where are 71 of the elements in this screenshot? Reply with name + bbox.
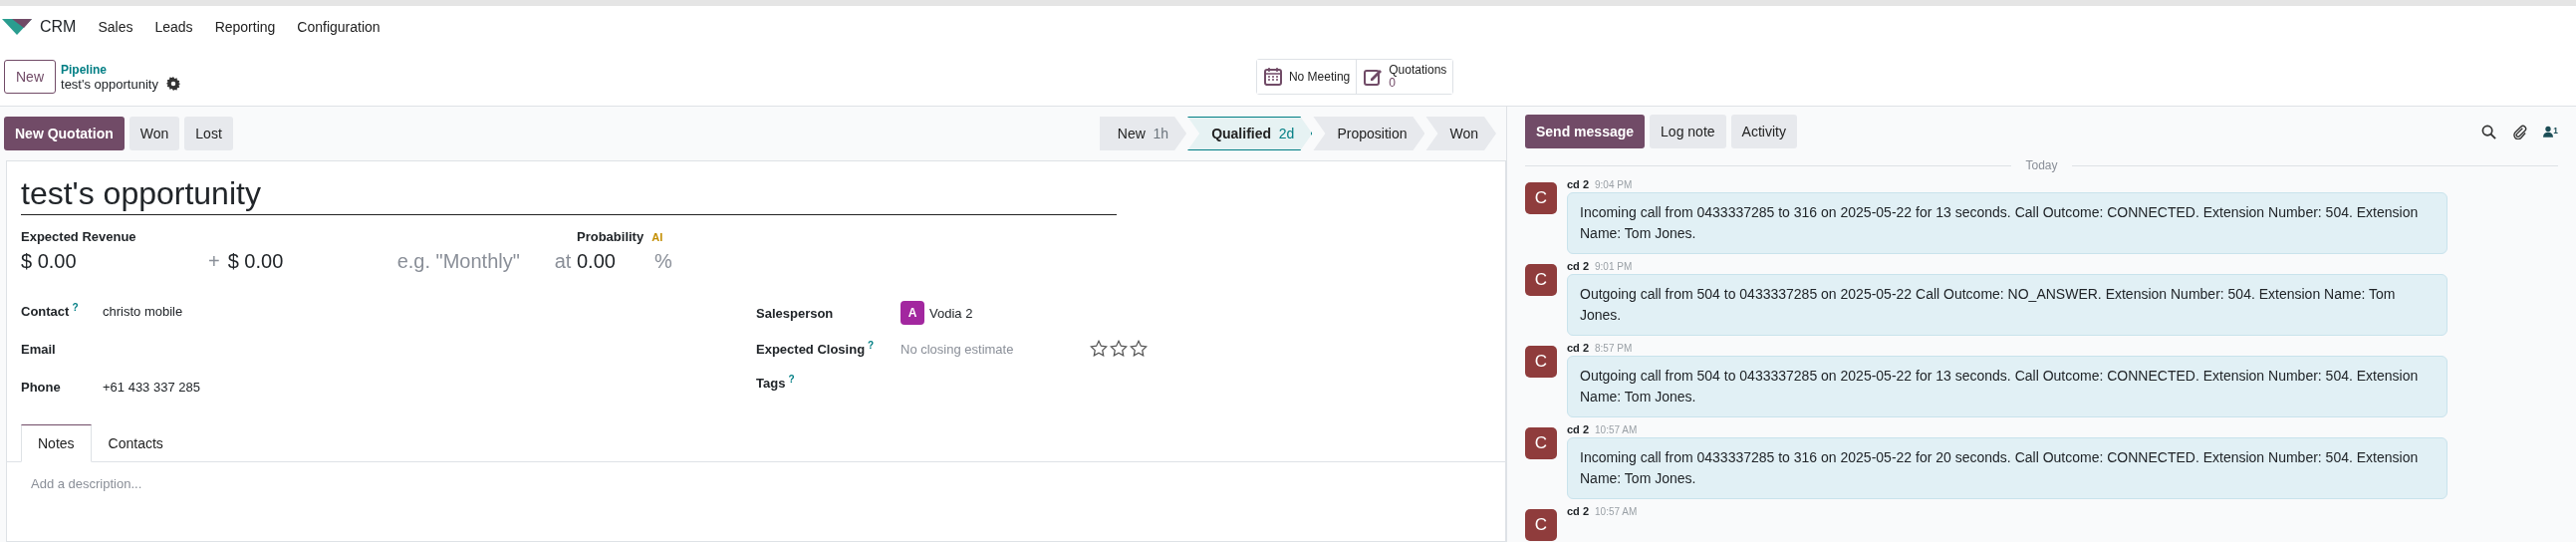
message-bubble: Outgoing call from 504 to 0433337285 on 2025-05-22 for 13 seconds. Call Outcome: CONNECTED. Extension Number: 504. Extension Name: Tom Jones. <box>1567 356 2447 417</box>
stage-button[interactable]: Proposition <box>1313 117 1425 150</box>
stage-button[interactable]: Won <box>1425 117 1496 150</box>
field-label: Expected Closing $^{?}$ <box>756 340 876 358</box>
breadcrumb-link[interactable]: Pipeline <box>61 62 180 77</box>
message-time: 10:57 AM <box>1595 506 1638 517</box>
priority-star-icon[interactable] <box>1090 340 1108 358</box>
message-bubble: Outgoing call from 504 to 0433337285 on 2025-05-22 Call Outcome: NO_ANSWER. Extension Number: 504. Extension Name: Tom Jones. <box>1567 274 2447 336</box>
field-label: Email <box>21 341 57 357</box>
plus-sign: + <box>208 250 220 273</box>
recurring-revenue-field[interactable]: $ 0.00 <box>227 250 378 273</box>
message-time: 9:04 PM <box>1595 179 1633 190</box>
chatter-button[interactable]: Send message <box>1525 115 1646 148</box>
message-time: 9:01 PM <box>1595 261 1633 272</box>
message-time: 8:57 PM <box>1595 343 1633 354</box>
date-separator: Today <box>2025 158 2058 172</box>
message-time: 10:57 AM <box>1595 424 1638 435</box>
menu-item[interactable]: Reporting <box>214 19 276 35</box>
message-author: cd 2 <box>1567 260 1589 272</box>
priority-star-icon[interactable] <box>1110 340 1128 358</box>
app-logo-icon[interactable] <box>2 17 32 37</box>
stage-button[interactable]: Qualified 2d <box>1187 117 1313 150</box>
notebook-tab[interactable]: Notes <box>21 424 92 462</box>
action-button[interactable]: Won <box>129 117 180 150</box>
chatter-button[interactable]: Log note <box>1650 115 1726 148</box>
field-value[interactable]: Vodia 2 <box>929 305 973 321</box>
action-button[interactable]: New Quotation <box>4 117 125 150</box>
author-avatar: C <box>1525 427 1557 459</box>
field-label: Tags $^{?}$ <box>756 374 796 392</box>
field-value[interactable]: christo mobile <box>103 303 183 319</box>
followers-button[interactable]: 1 <box>2543 126 2558 137</box>
field-label: Probability <box>577 229 644 244</box>
at-label: at <box>554 250 572 273</box>
search-icon[interactable] <box>2481 124 2497 139</box>
paperclip-icon[interactable] <box>2512 124 2528 139</box>
message-author: cd 2 <box>1567 178 1589 190</box>
message-author: cd 2 <box>1567 423 1589 435</box>
settings-icon[interactable] <box>165 77 180 91</box>
edit-document-icon <box>1363 67 1384 87</box>
field-label: Contact $^{?}$ <box>21 302 80 320</box>
name-field[interactable]: test's opportunity <box>21 175 1117 215</box>
notebook-tab[interactable]: Contacts <box>91 424 180 462</box>
menu-item[interactable]: Sales <box>98 19 133 35</box>
stage-button[interactable]: New 1h <box>1099 117 1187 150</box>
field-label: Salesperson <box>756 305 835 321</box>
menu-item[interactable]: Leads <box>154 19 193 35</box>
percent-sign: % <box>654 250 672 273</box>
author-avatar: C <box>1525 182 1557 214</box>
app-name[interactable]: CRM <box>40 18 77 36</box>
new-button[interactable]: New <box>4 60 56 94</box>
author-avatar: C <box>1525 264 1557 296</box>
field-value[interactable]: +61 433 337 285 <box>103 379 200 395</box>
record-title: test's opportunity <box>61 76 158 92</box>
revenue-field[interactable]: $ 0.00 <box>21 250 200 273</box>
user-avatar: A <box>901 301 924 325</box>
chatter-button[interactable]: Activity <box>1730 115 1797 148</box>
message-bubble: Incoming call from 0433337285 to 316 on 2025-05-22 for 20 seconds. Call Outcome: CONNECTED. Extension Number: 504. Extension Name: Tom Jones. <box>1567 437 2447 499</box>
priority-star-icon[interactable] <box>1130 340 1148 358</box>
author-avatar: C <box>1525 509 1557 541</box>
person-icon <box>2543 126 2554 137</box>
calendar-icon <box>1262 67 1283 87</box>
message-author: cd 2 <box>1567 342 1589 354</box>
menu-item[interactable]: Configuration <box>297 19 381 35</box>
message-bubble: Incoming call from 0433337285 to 316 on 2025-05-22 for 13 seconds. Call Outcome: CONNECTED. Extension Number: 504. Extension Name: Tom Jones. <box>1567 192 2447 254</box>
author-avatar: C <box>1525 346 1557 378</box>
message-author: cd 2 <box>1567 505 1589 517</box>
field-label: Phone <box>21 379 62 395</box>
action-button[interactable]: Lost <box>184 117 233 150</box>
probability-field[interactable]: 0.00 <box>577 250 646 273</box>
field-label: Expected Revenue <box>21 229 137 244</box>
smart-button[interactable]: No Meeting <box>1256 60 1358 94</box>
